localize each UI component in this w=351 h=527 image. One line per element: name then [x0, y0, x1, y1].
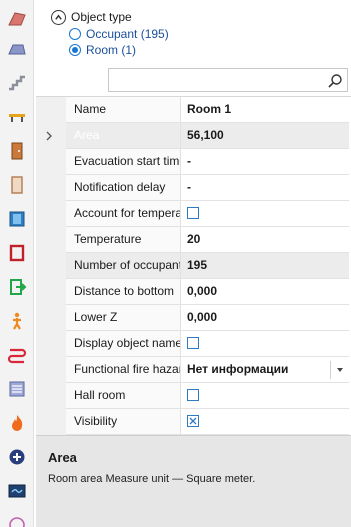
alarm-icon[interactable] [6, 514, 28, 527]
functional-fire-hazard-dropdown[interactable]: Нет информации [181, 357, 349, 382]
opening-icon[interactable] [6, 242, 28, 264]
property-evacuation-start-time-value[interactable]: - [181, 149, 349, 174]
property-name-label: Name [66, 97, 181, 122]
check-x-icon [189, 417, 197, 425]
display-object-name-checkbox[interactable] [187, 336, 199, 349]
radio-room-label: Room (1) [86, 43, 137, 57]
radio-button-room[interactable] [69, 44, 81, 56]
radio-room[interactable]: Room (1) [69, 42, 341, 58]
chevron-right-icon [46, 131, 52, 141]
fire-icon[interactable] [6, 412, 28, 434]
description-panel: Area Room area Measure unit — Square met… [36, 435, 351, 527]
stairs-icon[interactable] [6, 72, 28, 94]
window-icon[interactable] [6, 208, 28, 230]
occupant-icon[interactable] [6, 310, 28, 332]
property-area-value: 56,100 [181, 123, 349, 148]
row-distance-to-bottom[interactable]: Distance to bottom 0,000 [66, 279, 349, 305]
radio-occupant[interactable]: Occupant (195) [69, 26, 341, 42]
property-distance-to-bottom-value[interactable]: 0,000 [181, 279, 349, 304]
property-lower-z-value[interactable]: 0,000 [181, 305, 349, 330]
monitor-icon[interactable] [6, 480, 28, 502]
property-number-of-occupants-label: Number of occupants [66, 253, 181, 278]
property-number-of-occupants-value: 195 [181, 253, 349, 278]
property-temperature-value[interactable]: 20 [181, 227, 349, 252]
property-name-value[interactable]: Room 1 [181, 97, 349, 122]
radio-occupant-label: Occupant (195) [86, 27, 169, 41]
property-account-for-temperature-label: Account for temperature [66, 201, 181, 226]
door-frame-icon[interactable] [6, 174, 28, 196]
property-functional-fire-hazard-label: Functional fire hazard [66, 357, 181, 382]
property-lower-z-label: Lower Z [66, 305, 181, 330]
room-icon[interactable] [6, 378, 28, 400]
description-title: Area [48, 450, 77, 465]
property-grid: Name Room 1 Area 56,100 Evacuation start… [36, 96, 351, 435]
slab-icon[interactable] [6, 38, 28, 60]
object-type-group: Object type Occupant (195) Room (1) [51, 8, 341, 58]
row-display-object-name[interactable]: Display object name [66, 331, 349, 357]
chevron-down-icon[interactable] [337, 368, 343, 372]
collapse-icon[interactable] [51, 9, 66, 25]
properties-panel: Object type Occupant (195) Room (1) Name… [36, 0, 351, 527]
door-icon[interactable] [6, 140, 28, 162]
row-lower-z[interactable]: Lower Z 0,000 [66, 305, 349, 331]
search-input[interactable] [108, 68, 348, 92]
row-account-for-temperature[interactable]: Account for temperature [66, 201, 349, 227]
radio-button-occupant[interactable] [69, 28, 81, 40]
add-circle-icon[interactable] [6, 446, 28, 468]
property-temperature-label: Temperature [66, 227, 181, 252]
route-icon[interactable] [6, 344, 28, 366]
property-area-label: Area [66, 123, 181, 148]
grid-row-headers [36, 97, 66, 435]
property-evacuation-start-time-label: Evacuation start time [66, 149, 181, 174]
search-icon[interactable] [327, 73, 343, 89]
property-notification-delay-value[interactable]: - [181, 175, 349, 200]
property-hall-room-label: Hall room [66, 383, 181, 408]
visibility-checkbox[interactable] [187, 414, 199, 427]
beam-icon[interactable] [6, 106, 28, 128]
dropdown-separator [330, 361, 331, 379]
exit-icon[interactable] [6, 276, 28, 298]
object-type-label: Object type [71, 10, 132, 24]
row-name[interactable]: Name Room 1 [66, 97, 349, 123]
object-toolbar [0, 0, 34, 527]
row-notification-delay[interactable]: Notification delay - [66, 175, 349, 201]
functional-fire-hazard-value: Нет информации [187, 362, 289, 376]
roof-icon[interactable] [6, 8, 28, 30]
row-functional-fire-hazard[interactable]: Functional fire hazard Нет информации [66, 357, 349, 383]
account-for-temperature-checkbox[interactable] [187, 206, 199, 219]
hall-room-checkbox[interactable] [187, 388, 199, 401]
property-display-object-name-label: Display object name [66, 331, 181, 356]
row-area[interactable]: Area 56,100 [46, 123, 349, 149]
row-number-of-occupants[interactable]: Number of occupants 195 [66, 253, 349, 279]
description-text: Room area Measure unit — Square meter. [48, 473, 256, 485]
property-distance-to-bottom-label: Distance to bottom [66, 279, 181, 304]
row-temperature[interactable]: Temperature 20 [66, 227, 349, 253]
property-visibility-label: Visibility [66, 409, 181, 434]
row-visibility[interactable]: Visibility [66, 409, 349, 435]
row-evacuation-start-time[interactable]: Evacuation start time - [66, 149, 349, 175]
property-notification-delay-label: Notification delay [66, 175, 181, 200]
row-hall-room[interactable]: Hall room [66, 383, 349, 409]
